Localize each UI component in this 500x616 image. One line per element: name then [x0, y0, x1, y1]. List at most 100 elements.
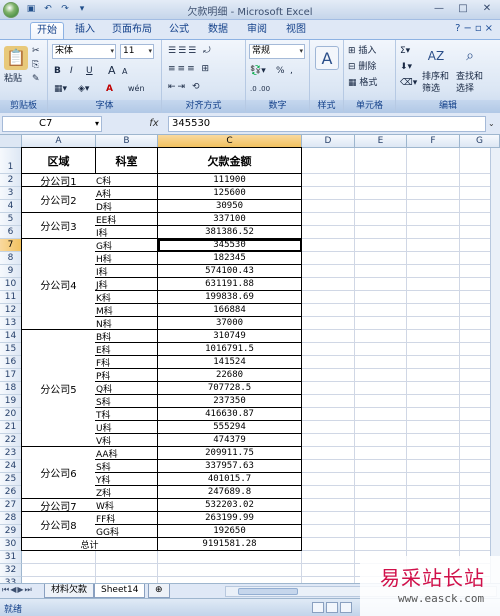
department-cell[interactable]: Y科 — [95, 473, 158, 486]
region-cell[interactable]: 分公司4 — [21, 239, 96, 330]
percent-button[interactable]: % — [276, 64, 285, 78]
header-region[interactable]: 区域 — [21, 147, 96, 174]
row-header[interactable]: 19 — [0, 395, 22, 408]
department-cell[interactable]: C科 — [95, 174, 158, 187]
amount-cell[interactable]: 474379 — [158, 434, 302, 447]
row-header[interactable]: 29 — [0, 525, 22, 538]
row-header[interactable]: 5 — [0, 213, 22, 226]
region-cell[interactable]: 分公司3 — [21, 213, 96, 239]
find-select-icon[interactable]: ⌕ — [458, 44, 482, 68]
clear-icon[interactable]: ⌫▾ — [400, 76, 417, 90]
amount-cell[interactable]: 111900 — [158, 174, 302, 187]
italic-button[interactable]: I — [70, 64, 73, 78]
help-icon[interactable]: ?−▫× — [455, 23, 496, 34]
copy-icon[interactable]: ⎘ — [32, 58, 39, 72]
row-header[interactable]: 23 — [0, 447, 22, 460]
department-cell[interactable]: J科 — [95, 278, 158, 291]
tab-data[interactable]: 数据 — [201, 22, 235, 39]
number-format-select[interactable]: 常规 ▾ — [249, 44, 305, 59]
row-header[interactable]: 3 — [0, 187, 22, 200]
row-header[interactable]: 6 — [0, 226, 22, 239]
comma-button[interactable]: , — [290, 64, 293, 78]
paste-icon[interactable]: 📋 — [4, 46, 28, 70]
column-header[interactable]: D — [302, 135, 355, 148]
department-cell[interactable]: GG科 — [95, 525, 158, 538]
row-header[interactable]: 32 — [0, 564, 22, 577]
phonetic-button[interactable]: wén — [128, 82, 145, 96]
tab-formulas[interactable]: 公式 — [162, 22, 196, 39]
new-sheet-icon[interactable]: ⊕ — [148, 584, 170, 598]
sort-filter-icon[interactable]: AZ — [424, 44, 448, 68]
row-header[interactable]: 12 — [0, 304, 22, 317]
formula-input[interactable]: 345530 — [168, 116, 486, 132]
row-header[interactable]: 9 — [0, 265, 22, 278]
row-header[interactable]: 1 — [0, 148, 22, 174]
view-buttons[interactable] — [312, 602, 352, 613]
page-layout-view-icon[interactable] — [326, 602, 338, 613]
row-header[interactable]: 26 — [0, 486, 22, 499]
name-box[interactable]: C7 ▾ — [2, 116, 102, 132]
department-cell[interactable]: FF科 — [95, 512, 158, 525]
region-cell[interactable]: 分公司2 — [21, 187, 96, 213]
row-header[interactable]: 18 — [0, 382, 22, 395]
column-header[interactable]: G — [460, 135, 500, 148]
format-painter-icon[interactable]: ✎ — [32, 72, 40, 86]
bold-button[interactable]: B — [54, 64, 61, 78]
department-cell[interactable]: U科 — [95, 421, 158, 434]
amount-cell[interactable]: 381386.52 — [158, 226, 302, 239]
row-header[interactable]: 17 — [0, 369, 22, 382]
department-cell[interactable]: EE科 — [95, 213, 158, 226]
amount-cell[interactable]: 199838.69 — [158, 291, 302, 304]
department-cell[interactable]: E科 — [95, 343, 158, 356]
department-cell[interactable]: I科 — [95, 265, 158, 278]
currency-icon[interactable]: 💱▾ — [250, 64, 266, 78]
sheet-nav-icons[interactable]: ⏮◀▶⏭ — [2, 585, 33, 595]
department-cell[interactable]: H科 — [95, 252, 158, 265]
shrink-font-button[interactable]: A — [122, 65, 127, 79]
amount-cell[interactable]: 532203.02 — [158, 499, 302, 512]
amount-cell[interactable]: 337100 — [158, 213, 302, 226]
amount-cell[interactable]: 555294 — [158, 421, 302, 434]
row-header[interactable]: 4 — [0, 200, 22, 213]
amount-cell[interactable]: 345530 — [158, 239, 302, 252]
horizontal-align-icons[interactable]: ≡≡≡ ⊞ — [168, 62, 211, 76]
insert-function-button[interactable]: fx — [140, 116, 168, 132]
row-header[interactable]: 30 — [0, 538, 22, 551]
grow-font-button[interactable]: A — [108, 64, 116, 78]
styles-icon[interactable]: A — [315, 46, 339, 70]
department-cell[interactable]: K科 — [95, 291, 158, 304]
underline-button[interactable]: U — [86, 64, 93, 78]
row-header[interactable]: 7 — [0, 239, 22, 252]
department-cell[interactable]: P科 — [95, 369, 158, 382]
amount-cell[interactable]: 310749 — [158, 330, 302, 343]
paste-button[interactable]: 粘贴 — [4, 72, 22, 86]
row-header[interactable]: 27 — [0, 499, 22, 512]
department-cell[interactable]: W科 — [95, 499, 158, 512]
normal-view-icon[interactable] — [312, 602, 324, 613]
decimal-icons[interactable]: .0 .00 — [250, 82, 270, 96]
header-department[interactable]: 科室 — [96, 147, 158, 174]
department-cell[interactable]: D科 — [95, 200, 158, 213]
vertical-align-icons[interactable]: ☰☰☰ ⤾ — [168, 44, 213, 58]
amount-cell[interactable]: 30950 — [158, 200, 302, 213]
sheet-tab-sheet14[interactable]: Sheet14 — [94, 584, 146, 598]
page-break-view-icon[interactable] — [340, 602, 352, 613]
fill-icon[interactable]: ⬇▾ — [400, 60, 412, 74]
format-button[interactable]: ▦ 格式 — [348, 76, 377, 90]
amount-cell[interactable]: 574100.43 — [158, 265, 302, 278]
amount-cell[interactable]: 37000 — [158, 317, 302, 330]
tab-insert[interactable]: 插入 — [68, 22, 102, 39]
row-header[interactable]: 13 — [0, 317, 22, 330]
region-cell[interactable]: 分公司1 — [21, 174, 96, 187]
amount-cell[interactable]: 125600 — [158, 187, 302, 200]
department-cell[interactable]: S科 — [95, 395, 158, 408]
sheet-tab-materials[interactable]: 材料欠款 — [44, 584, 95, 598]
row-header[interactable]: 2 — [0, 174, 22, 187]
row-header[interactable]: 22 — [0, 434, 22, 447]
find-select-button-line2[interactable]: 选择 — [456, 82, 474, 96]
region-cell[interactable]: 分公司6 — [21, 447, 96, 499]
header-amount[interactable]: 欠款金额 — [158, 147, 302, 174]
tab-view[interactable]: 视图 — [279, 22, 313, 39]
row-header[interactable]: 21 — [0, 421, 22, 434]
sort-filter-button-line2[interactable]: 筛选 — [422, 82, 440, 96]
